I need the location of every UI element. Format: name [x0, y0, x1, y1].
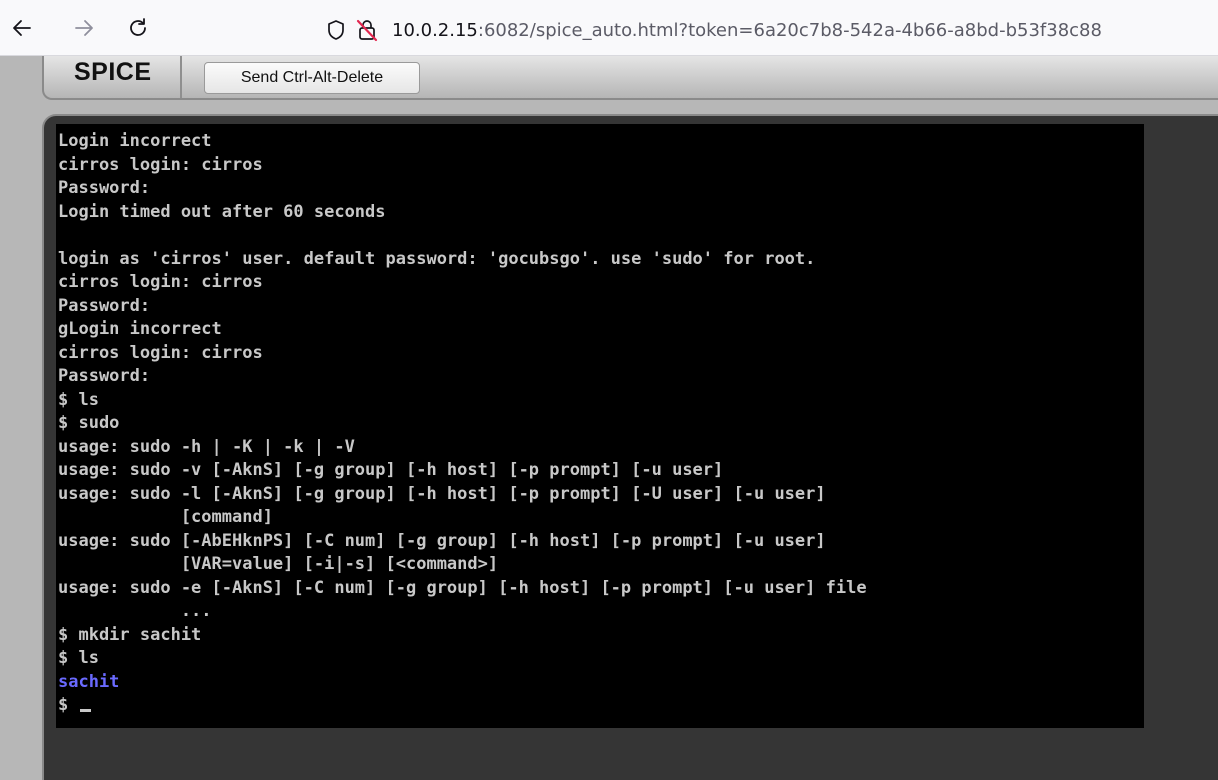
reload-icon — [130, 18, 146, 36]
spice-header: SPICE Send Ctrl-Alt-Delete — [42, 56, 1218, 100]
console-line: usage: sudo -h | -K | -k | -V — [58, 436, 1144, 460]
console-line-text: [command] — [58, 507, 273, 527]
browser-toolbar: 10.0.2.15:6082/spice_auto.html?token=6a2… — [0, 0, 1218, 56]
vm-console-screen[interactable]: Login incorrect cirros login: cirros Passw… — [56, 124, 1144, 728]
console-line: usage: sudo [-AbEHknPS] [-C num] [-g gro… — [58, 530, 1144, 554]
console-line-text: cirros login: cirros — [58, 342, 263, 363]
header-divider — [180, 56, 182, 98]
console-line-text: cirros login: cirros — [58, 154, 263, 175]
console-line: $ ls — [58, 647, 1144, 671]
console-line-text: $ sudo — [58, 413, 120, 433]
arrow-right-icon — [75, 20, 93, 36]
console-line-text: Login timed out after 60 seconds — [58, 201, 386, 222]
console-line-text: cirros login: cirros — [58, 272, 263, 292]
console-line-text: $ — [58, 695, 79, 715]
back-button[interactable] — [8, 14, 36, 42]
arrow-left-icon — [13, 20, 31, 36]
console-line: ... — [58, 600, 1144, 624]
console-line-text: ... — [58, 601, 212, 621]
console-line-text: Password: — [58, 295, 151, 316]
console-line: Login incorrect — [58, 130, 1144, 154]
spice-logo: SPICE — [74, 58, 152, 86]
console-dir-entry: sachit — [58, 671, 1144, 695]
console-line: usage: sudo -e [-AknS] [-C num] [-g grou… — [58, 577, 1144, 601]
console-line-text: [VAR=value] [-i|-s] [<command>] — [58, 554, 499, 574]
console-line: gLogin incorrect — [58, 318, 1144, 342]
console-line-text: $ ls — [58, 648, 99, 668]
console-line-text: sachit — [58, 671, 120, 692]
console-line: Password: — [58, 365, 1144, 389]
console-line: [command] — [58, 506, 1144, 530]
console-line: $ ls — [58, 389, 1144, 413]
console-line: Password: — [58, 295, 1144, 319]
url-bar[interactable]: 10.0.2.15:6082/spice_auto.html?token=6a2… — [296, 10, 1218, 50]
console-line-text: usage: sudo -e [-AknS] [-C num] [-g grou… — [58, 577, 867, 598]
reload-button[interactable] — [124, 14, 152, 42]
console-line: cirros login: cirros — [58, 342, 1144, 366]
send-ctrl-alt-delete-button[interactable]: Send Ctrl-Alt-Delete — [204, 62, 420, 94]
console-line: cirros login: cirros — [58, 271, 1144, 295]
console-line-text: usage: sudo [-AbEHknPS] [-C num] [-g gro… — [58, 530, 826, 551]
console-line-text: usage: sudo -l [-AknS] [-g group] [-h ho… — [58, 483, 826, 504]
console-line: [VAR=value] [-i|-s] [<command>] — [58, 553, 1144, 577]
console-line-text: Login incorrect — [58, 131, 212, 151]
console-line: cirros login: cirros — [58, 154, 1144, 178]
console-line-text: gLogin incorrect — [58, 319, 222, 339]
console-line-text: Password: — [58, 178, 151, 198]
console-line: usage: sudo -l [-AknS] [-g group] [-h ho… — [58, 483, 1144, 507]
spice-display-area: Login incorrect cirros login: cirros Passw… — [42, 114, 1218, 780]
console-line: usage: sudo -v [-AknS] [-g group] [-h ho… — [58, 459, 1144, 483]
console-line-text: Password: — [58, 366, 151, 386]
console-line-text: login as 'cirros' user. default password… — [58, 248, 816, 269]
console-line-text: $ mkdir sachit — [58, 624, 202, 645]
url-host: 10.0.2.15 — [392, 19, 478, 41]
forward-button[interactable] — [70, 14, 98, 42]
console-line: $ sudo — [58, 412, 1144, 436]
spice-page: SPICE Send Ctrl-Alt-Delete Login incorre… — [0, 56, 1218, 780]
console-line-text: usage: sudo -v [-AknS] [-g group] [-h ho… — [58, 460, 724, 480]
console-line: Password: — [58, 177, 1144, 201]
insecure-lock-icon[interactable] — [356, 18, 378, 42]
console-line: login as 'cirros' user. default password… — [58, 248, 1144, 272]
console-line: Login timed out after 60 seconds — [58, 201, 1144, 225]
shield-icon[interactable] — [326, 19, 346, 41]
console-output: Login incorrect cirros login: cirros Passw… — [56, 124, 1144, 718]
console-line-text: $ ls — [58, 389, 99, 410]
console-line: $ — [58, 694, 1144, 718]
console-line: $ mkdir sachit — [58, 624, 1144, 648]
url-path: :6082/spice_auto.html?token=6a20c7b8-542… — [477, 19, 1102, 41]
console-cursor — [80, 709, 92, 712]
console-line-text: usage: sudo -h | -K | -k | -V — [58, 436, 355, 457]
